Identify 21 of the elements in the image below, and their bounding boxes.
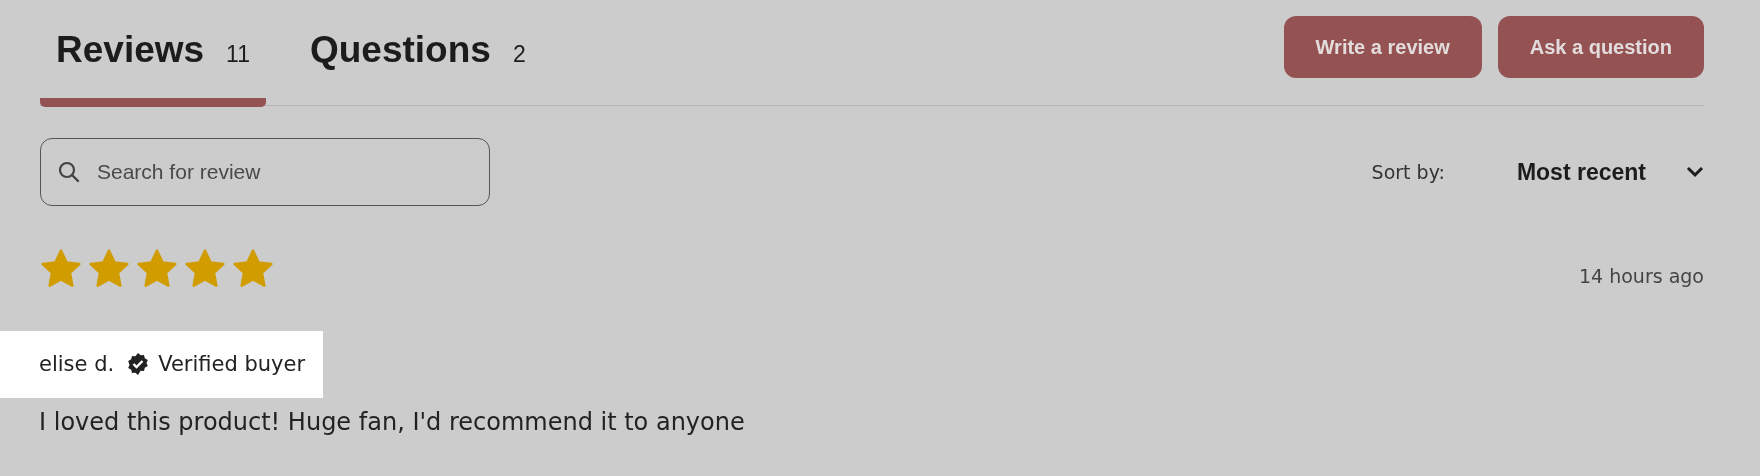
reviewer-name: elise d. [39, 350, 115, 378]
chevron-down-icon [1686, 166, 1704, 178]
star-icon [184, 249, 226, 290]
tab-count: 11 [226, 40, 250, 69]
sort-label: Sort by: [1371, 159, 1445, 185]
tab[interactable]: Questions 2 [294, 22, 542, 107]
verified-badge-icon [126, 352, 151, 377]
review-time: 14 hours ago [1579, 264, 1704, 289]
search-field[interactable]: Search for review [40, 138, 490, 206]
star-icon [88, 249, 130, 290]
star-icon [136, 249, 178, 290]
search-icon [58, 161, 80, 183]
tab[interactable]: Reviews 11 [40, 22, 266, 107]
review-text: I loved this product! Huge fan, I'd recommend it to anyone [39, 407, 746, 438]
ask-question-button[interactable]: Ask a question [1497, 16, 1704, 78]
star-icon [232, 249, 274, 290]
sort-dropdown[interactable]: Most recent [1516, 154, 1704, 190]
star-icon [40, 249, 82, 290]
tab-count: 2 [512, 40, 526, 69]
write-review-button[interactable]: Write a review [1283, 16, 1482, 78]
verified-label: Verified buyer [158, 350, 306, 378]
